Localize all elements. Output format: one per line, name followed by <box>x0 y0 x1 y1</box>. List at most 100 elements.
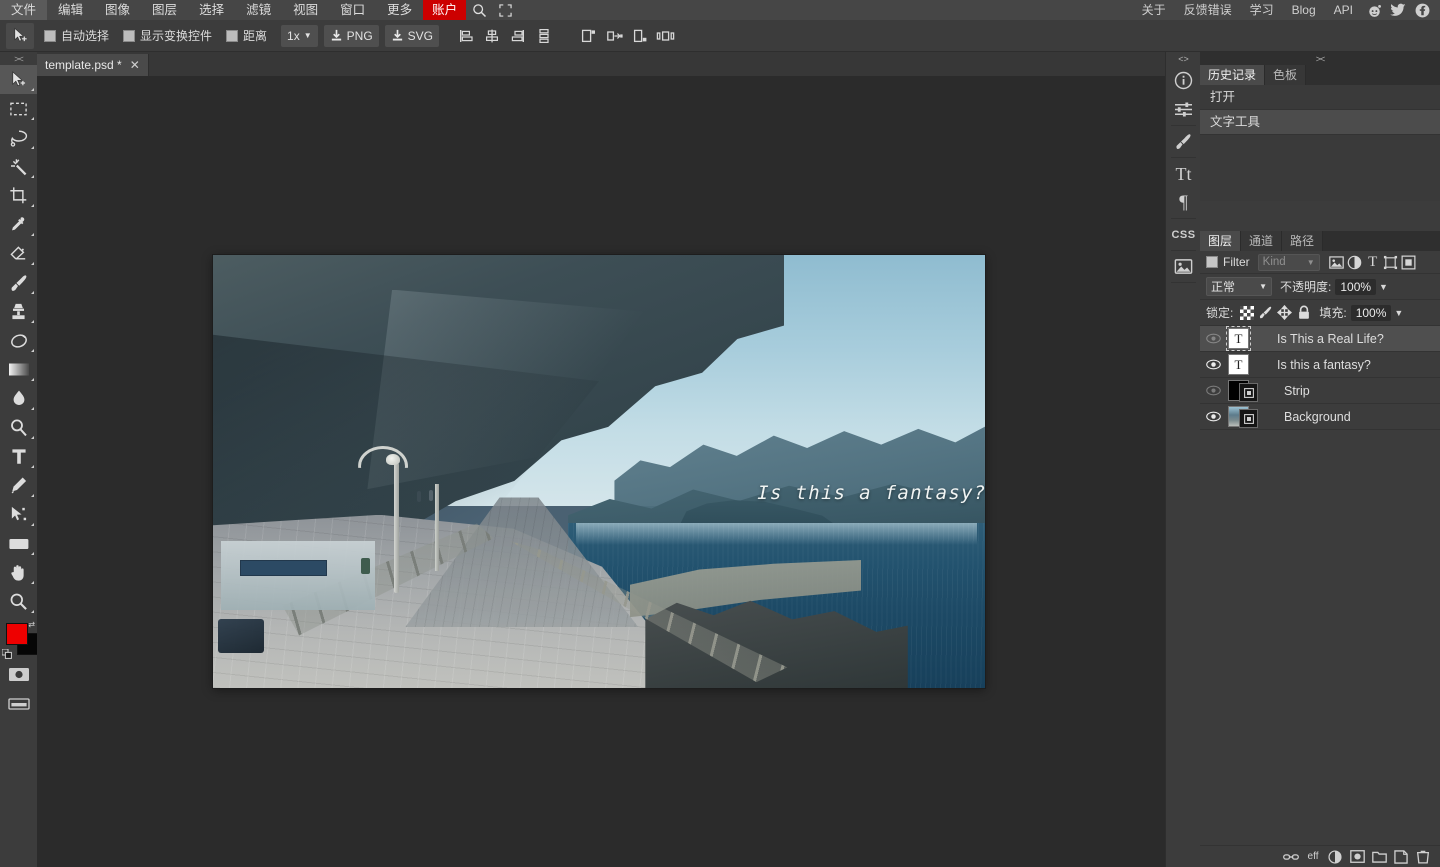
eraser-tool[interactable] <box>0 239 37 268</box>
reddit-icon[interactable] <box>1362 0 1386 20</box>
magic-wand-tool[interactable] <box>0 152 37 181</box>
layer-visibility-toggle[interactable] <box>1200 352 1226 377</box>
tab-paths[interactable]: 路径 <box>1282 231 1323 251</box>
fullscreen-icon[interactable] <box>492 0 518 20</box>
reset-colors-icon[interactable] <box>2 649 12 659</box>
css-icon[interactable]: CSS <box>1166 220 1201 249</box>
layer-visibility-toggle[interactable] <box>1200 404 1226 429</box>
auto-select-checkbox[interactable]: 自动选择 <box>44 27 109 44</box>
twitter-icon[interactable] <box>1386 0 1410 20</box>
swap-colors-icon[interactable]: ⇄ <box>28 620 35 629</box>
layer-row-strip[interactable]: Strip <box>1200 378 1440 404</box>
distribute-bottom-icon[interactable] <box>627 24 653 48</box>
align-vertical-icon[interactable] <box>531 24 557 48</box>
dodge-tool[interactable] <box>0 413 37 442</box>
fill-value[interactable]: 100% <box>1351 305 1392 321</box>
filter-kind-select[interactable]: Kind ▼ <box>1258 254 1320 271</box>
quick-mask-button[interactable] <box>0 660 37 689</box>
show-transform-controls-checkbox[interactable]: 显示变换控件 <box>123 27 212 44</box>
menu-api[interactable]: API <box>1325 0 1362 20</box>
paragraph-pilcrow-icon[interactable]: ¶ <box>1166 188 1201 217</box>
crop-tool[interactable] <box>0 181 37 210</box>
eyedropper-tool[interactable] <box>0 210 37 239</box>
tab-channels[interactable]: 通道 <box>1241 231 1282 251</box>
layer-row-is-this-a-real-life[interactable]: T Is This a Real Life? <box>1200 326 1440 352</box>
foreground-color-swatch[interactable] <box>6 623 28 645</box>
history-dock-collapse-handle[interactable]: >< <box>1200 52 1440 65</box>
close-icon[interactable]: ✕ <box>130 58 140 72</box>
marquee-tool[interactable] <box>0 94 37 123</box>
brush-lock-icon[interactable] <box>1256 303 1275 322</box>
lasso-tool[interactable] <box>0 123 37 152</box>
menu-window[interactable]: 窗口 <box>329 0 376 20</box>
canvas-text-layer[interactable]: Is this a fantasy? <box>757 482 985 504</box>
distribute-middle-icon[interactable] <box>601 24 627 48</box>
distribute-top-icon[interactable] <box>575 24 601 48</box>
image-filter-icon[interactable] <box>1328 253 1346 271</box>
menu-edit[interactable]: 编辑 <box>47 0 94 20</box>
tab-history[interactable]: 历史记录 <box>1200 65 1265 85</box>
link-chain-icon[interactable] <box>1280 847 1302 867</box>
zoom-level-select[interactable]: 1x ▼ <box>281 25 318 47</box>
toolbar-collapse-handle[interactable]: >< <box>0 52 37 65</box>
distribute-spacing-icon[interactable] <box>653 24 679 48</box>
screen-mode-button[interactable] <box>0 689 37 718</box>
menu-account[interactable]: 账户 <box>423 0 466 20</box>
folder-icon[interactable] <box>1368 847 1390 867</box>
paint-bucket-tool[interactable] <box>0 384 37 413</box>
shape-filter-icon[interactable] <box>1382 253 1400 271</box>
menu-learn[interactable]: 学习 <box>1241 0 1283 20</box>
opacity-value[interactable]: 100% <box>1335 279 1376 295</box>
gradient-tool[interactable] <box>0 355 37 384</box>
align-center-horizontal-icon[interactable] <box>479 24 505 48</box>
layer-visibility-toggle[interactable] <box>1200 378 1226 403</box>
menu-view[interactable]: 视图 <box>282 0 329 20</box>
half-circle-icon[interactable] <box>1324 847 1346 867</box>
filter-checkbox[interactable] <box>1206 256 1218 268</box>
clone-stamp-tool[interactable] <box>0 297 37 326</box>
brush-icon[interactable] <box>1166 127 1201 156</box>
smartobject-filter-icon[interactable] <box>1400 253 1418 271</box>
layer-row-is-this-a-fantasy[interactable]: T Is this a fantasy? <box>1200 352 1440 378</box>
search-icon[interactable] <box>466 0 492 20</box>
align-right-icon[interactable] <box>505 24 531 48</box>
info-circle-icon[interactable] <box>1166 66 1201 95</box>
brush-tool[interactable] <box>0 268 37 297</box>
type-filter-icon[interactable]: T <box>1364 253 1382 271</box>
adjustment-filter-icon[interactable] <box>1346 253 1364 271</box>
fill-caret-icon[interactable]: ▼ <box>1394 308 1403 318</box>
menu-about[interactable]: 关于 <box>1133 0 1175 20</box>
artboard[interactable]: Is this a fantasy? <box>213 255 985 688</box>
blend-mode-select[interactable]: 正常 ▼ <box>1206 277 1272 296</box>
menu-select[interactable]: 选择 <box>188 0 235 20</box>
layer-row-background[interactable]: Background <box>1200 404 1440 430</box>
position-lock-icon[interactable] <box>1275 303 1294 322</box>
menu-report-bug[interactable]: 反馈错误 <box>1175 0 1241 20</box>
picture-icon[interactable] <box>1166 252 1201 281</box>
path-select-tool[interactable] <box>0 500 37 529</box>
shape-tool[interactable] <box>0 529 37 558</box>
all-lock-icon[interactable] <box>1294 303 1313 322</box>
export-png-button[interactable]: PNG <box>324 25 379 47</box>
pen-tool[interactable] <box>0 471 37 500</box>
facebook-icon[interactable] <box>1410 0 1434 20</box>
menu-more[interactable]: 更多 <box>376 0 423 20</box>
export-svg-button[interactable]: SVG <box>385 25 439 47</box>
tab-swatches[interactable]: 色板 <box>1265 65 1306 85</box>
layer-visibility-toggle[interactable] <box>1200 326 1226 351</box>
menu-blog[interactable]: Blog <box>1283 0 1325 20</box>
distance-checkbox[interactable]: 距离 <box>226 27 267 44</box>
document-tab-template-psd[interactable]: template.psd * ✕ <box>37 54 149 76</box>
mask-icon[interactable] <box>1346 847 1368 867</box>
menu-image[interactable]: 图像 <box>94 0 141 20</box>
move-tool[interactable] <box>0 65 37 94</box>
hand-tool[interactable] <box>0 558 37 587</box>
color-swatches[interactable]: ⇄ <box>0 620 37 660</box>
rail-collapse-handle[interactable]: <> <box>1166 52 1201 66</box>
new-layer-icon[interactable] <box>1390 847 1412 867</box>
canvas-area[interactable]: Is this a fantasy? <box>37 76 1165 867</box>
history-item-type-tool[interactable]: 文字工具 <box>1200 110 1440 135</box>
zoom-tool[interactable] <box>0 587 37 616</box>
menu-layer[interactable]: 图层 <box>141 0 188 20</box>
type-tool[interactable] <box>0 442 37 471</box>
